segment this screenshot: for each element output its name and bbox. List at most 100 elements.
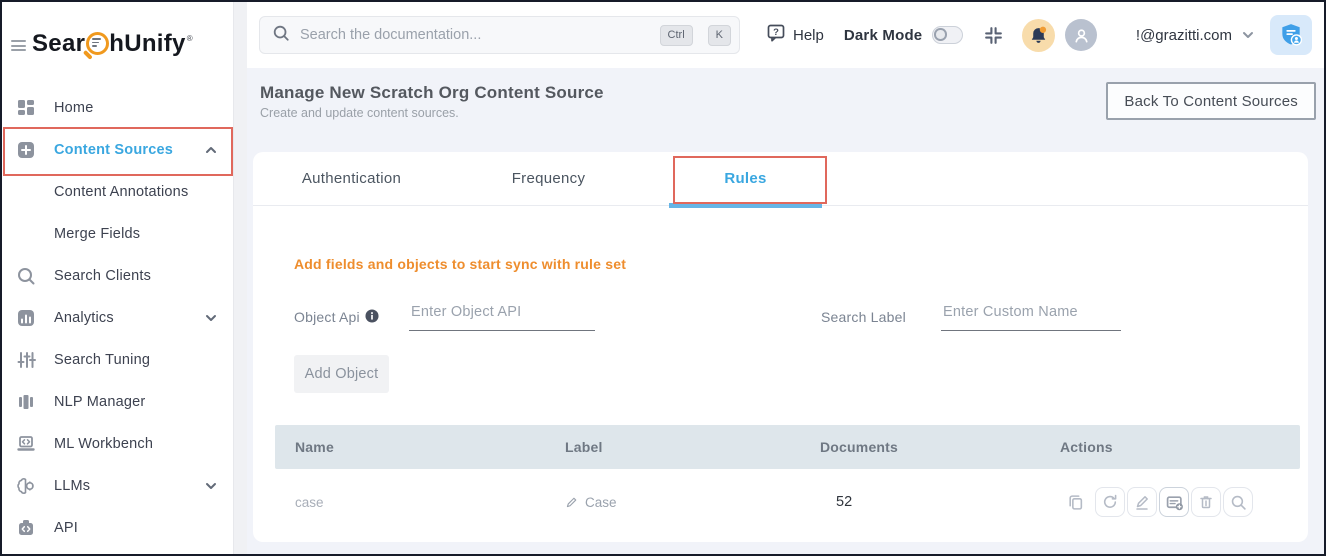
- account-menu[interactable]: !@grazitti.com: [1136, 27, 1256, 44]
- nlp-manager-icon: [16, 392, 36, 412]
- refresh-button[interactable]: [1095, 487, 1125, 517]
- page-header: Manage New Scratch Org Content Source Cr…: [247, 68, 1324, 152]
- sidebar-item-merge-fields[interactable]: Merge Fields: [2, 213, 233, 255]
- user-avatar-button[interactable]: [1065, 19, 1097, 51]
- sidebar-item-label: Search Tuning: [54, 352, 150, 368]
- table-row: case Case 52: [275, 469, 1300, 535]
- col-header-actions: Actions: [1040, 439, 1300, 455]
- sidebar-item-label: ML Workbench: [54, 436, 153, 452]
- notifications-button[interactable]: [1022, 19, 1055, 52]
- magnifier-logo-icon: [86, 32, 109, 55]
- refresh-icon: [1102, 494, 1118, 510]
- sidebar-item-label: NLP Manager: [54, 394, 145, 410]
- main-area: Ctrl K ? Help Dark Mode !@grazit: [247, 2, 1324, 554]
- sidebar-item-content-sources[interactable]: Content Sources: [2, 129, 233, 171]
- table-header-row: Name Label Documents Actions: [275, 425, 1300, 469]
- edit-pencil-icon: [1134, 494, 1150, 510]
- hamburger-menu-icon[interactable]: [11, 40, 26, 51]
- sidebar-item-home[interactable]: Home: [2, 87, 233, 129]
- document-add-icon: [1166, 494, 1183, 511]
- cell-label: Case: [545, 495, 800, 510]
- logo[interactable]: SearhUnify®: [32, 30, 193, 58]
- add-object-button[interactable]: Add Object: [294, 355, 389, 393]
- chevron-down-icon: [1240, 27, 1256, 43]
- svg-text:?: ?: [773, 27, 779, 38]
- edit-button[interactable]: [1127, 487, 1157, 517]
- info-icon[interactable]: [365, 309, 379, 323]
- sidebar-item-search-tuning[interactable]: Search Tuning: [2, 339, 233, 381]
- cell-documents: 52: [800, 494, 1040, 510]
- doc-search-input[interactable]: [300, 27, 650, 43]
- bell-icon: [1029, 26, 1048, 45]
- cell-name: case: [275, 495, 545, 510]
- sidebar-item-api[interactable]: API: [2, 507, 233, 549]
- admin-shield-button[interactable]: [1270, 15, 1312, 55]
- doc-search-box[interactable]: Ctrl K: [259, 16, 740, 54]
- sidebar-header: SearhUnify®: [2, 24, 233, 70]
- chevron-down-icon[interactable]: [203, 478, 219, 494]
- tab-bar: Authentication Frequency Rules: [253, 152, 1308, 206]
- tab-authentication[interactable]: Authentication: [253, 152, 450, 205]
- add-document-button[interactable]: [1159, 487, 1189, 517]
- sidebar-item-label: Home: [54, 100, 93, 116]
- sidebar-item-content-annotations[interactable]: Content Annotations: [2, 171, 233, 213]
- objects-table: Name Label Documents Actions case Case 5…: [275, 425, 1300, 535]
- object-api-input[interactable]: [409, 304, 595, 331]
- search-label-input[interactable]: [941, 304, 1121, 331]
- page-subtitle: Create and update content sources.: [260, 106, 459, 120]
- tab-frequency[interactable]: Frequency: [450, 152, 647, 205]
- analytics-icon: [16, 308, 36, 328]
- sidebar-item-llms[interactable]: LLMs: [2, 465, 233, 507]
- cell-actions: [1040, 487, 1300, 517]
- ml-workbench-icon: [16, 434, 36, 454]
- shield-user-icon: [1278, 22, 1304, 48]
- sidebar: SearhUnify® Home Content Sources C: [2, 2, 233, 554]
- copy-button[interactable]: [1060, 487, 1090, 517]
- api-icon: [16, 518, 36, 538]
- rules-hint-text: Add fields and objects to start sync wit…: [294, 256, 626, 272]
- topbar: Ctrl K ? Help Dark Mode !@grazit: [247, 2, 1324, 68]
- sidebar-scrollbar[interactable]: [233, 2, 247, 554]
- help-icon: ?: [766, 23, 786, 47]
- sidebar-nav: Home Content Sources Content Annotations…: [2, 87, 233, 549]
- sidebar-item-analytics[interactable]: Analytics: [2, 297, 233, 339]
- chevron-up-icon[interactable]: [203, 142, 219, 158]
- dark-mode-label: Dark Mode: [844, 27, 923, 44]
- help-button[interactable]: ? Help: [766, 23, 824, 47]
- sidebar-item-label: LLMs: [54, 478, 90, 494]
- account-email: !@grazitti.com: [1136, 27, 1232, 44]
- object-api-label: Object Api: [294, 309, 379, 325]
- kbd-k: K: [708, 25, 731, 46]
- dashboard-icon: [16, 98, 36, 118]
- content-source-card: Authentication Frequency Rules Add field…: [253, 152, 1308, 542]
- logo-text-pre: Sear: [32, 30, 85, 58]
- preview-search-button[interactable]: [1223, 487, 1253, 517]
- sidebar-item-ml-workbench[interactable]: ML Workbench: [2, 423, 233, 465]
- sidebar-item-label: Analytics: [54, 310, 114, 326]
- back-to-content-sources-button[interactable]: Back To Content Sources: [1106, 82, 1316, 120]
- dark-mode-toggle[interactable]: [932, 26, 963, 44]
- chevron-down-icon[interactable]: [203, 310, 219, 326]
- col-header-label: Label: [545, 439, 800, 455]
- llm-brain-icon: [16, 476, 36, 496]
- col-header-name: Name: [275, 439, 545, 455]
- sidebar-item-label: Merge Fields: [54, 226, 140, 242]
- magnifier-icon: [1230, 494, 1247, 511]
- search-icon: [272, 24, 290, 47]
- toggle-knob: [934, 28, 947, 41]
- sidebar-item-label: Content Annotations: [54, 184, 188, 200]
- tab-label: Frequency: [512, 170, 586, 187]
- sidebar-item-nlp-manager[interactable]: NLP Manager: [2, 381, 233, 423]
- copy-icon: [1067, 494, 1084, 511]
- delete-button[interactable]: [1191, 487, 1221, 517]
- search-label-label: Search Label: [821, 309, 906, 325]
- pencil-icon[interactable]: [565, 496, 578, 509]
- sidebar-item-label: Search Clients: [54, 268, 151, 284]
- kbd-ctrl: Ctrl: [660, 25, 693, 46]
- plus-square-icon: [16, 140, 36, 160]
- logo-text-post: hUnify: [109, 30, 185, 58]
- compress-icon[interactable]: [983, 25, 1004, 46]
- sidebar-item-search-clients[interactable]: Search Clients: [2, 255, 233, 297]
- tuning-sliders-icon: [16, 350, 36, 370]
- tab-rules[interactable]: Rules: [647, 152, 844, 205]
